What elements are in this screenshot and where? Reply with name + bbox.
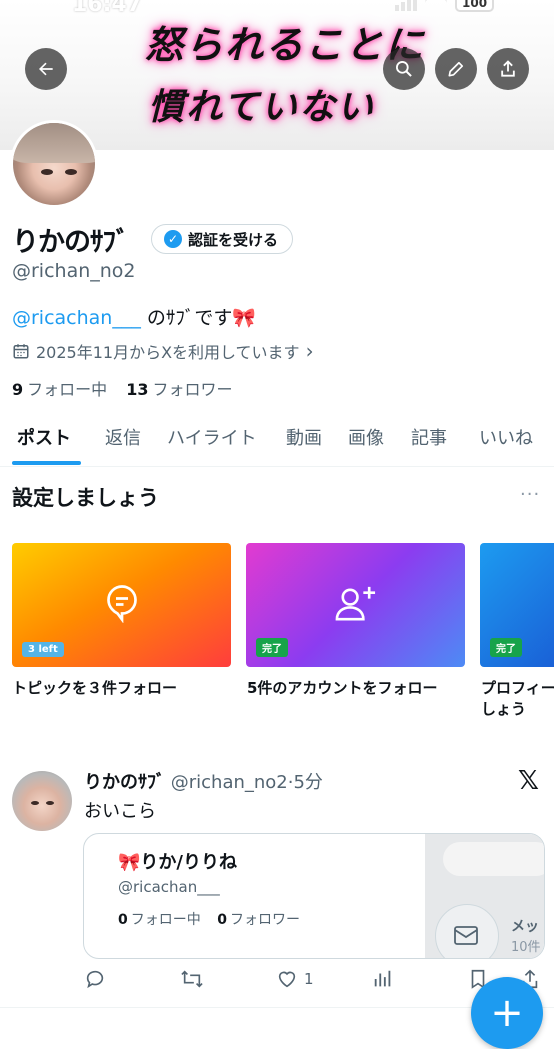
repost-button[interactable] [180,968,204,990]
joined-date[interactable]: 2025年11月からXを利用しています › [12,339,314,363]
tweet-author-name[interactable]: りかのｻﾌﾞ [84,772,165,793]
chat-bubble-icon [104,583,140,627]
profile-bio: @ricachan___ のｻﾌﾞです🎀 [12,303,256,330]
setup-card-topics[interactable]: 3 left [12,543,231,667]
banner-text-line1: 怒られることに [145,22,426,67]
share-icon [501,60,515,77]
reply-icon [86,970,104,989]
chevron-right-icon: › [305,339,314,363]
bio-mention-link[interactable]: @ricachan___ [12,307,141,329]
get-verified-label: 認証を受ける [188,230,279,249]
arrow-left-icon [39,62,53,76]
joined-label: 2025年11月からXを利用しています [36,343,300,362]
tweet-avatar[interactable] [12,771,72,831]
embed-name: 🎀りか/りりね [118,852,237,873]
message-label: メッ [511,919,539,935]
tab-replies[interactable]: 返信 [105,424,141,450]
tweet-author-handle[interactable]: @richan_no2·5分 [171,772,323,793]
tweet-text: おいこら [84,801,156,822]
wifi-icon [425,0,447,12]
x-logo-icon: 𝕏 [518,766,539,796]
repost-icon [181,970,203,988]
tab-likes[interactable]: いいね [479,424,533,450]
followers-link[interactable]: 13 フォロワー [126,380,232,399]
search-icon [396,60,412,77]
embed-handle: @ricachan___ [118,878,220,896]
setup-card-topics-label: トピックを３件フォロー [12,679,178,697]
tweet-header: りかのｻﾌﾞ @richan_no2·5分 [84,768,323,794]
battery-icon: 100 [455,0,495,12]
add-person-icon [334,583,378,627]
embed-stats: 0 フォロー中 0 フォロワー [118,912,300,928]
embed-pill [443,842,544,876]
tab-articles[interactable]: 記事 [411,424,447,450]
more-options-icon[interactable]: ··· [520,484,540,505]
setup-card-profile[interactable]: 完了 [480,543,554,667]
setup-title: 設定しましょう [12,486,159,510]
tab-highlights[interactable]: ハイライト [167,424,257,450]
like-button[interactable]: 1 [276,968,314,990]
following-link[interactable]: 9 フォロー中 [12,380,107,399]
status-time: 16:47 [72,0,143,17]
tab-videos[interactable]: 動画 [286,424,322,450]
card-tag: 完了 [256,638,288,657]
views-button[interactable] [372,968,394,990]
active-tab-indicator [12,461,81,465]
profile-tabs: ポスト 返信 ハイライト 動画 画像 記事 いいね [0,412,554,467]
setup-card-follow-label: 5件のアカウントをフォロー [247,679,438,697]
edit-button[interactable] [435,48,477,90]
like-count: 1 [304,970,314,988]
signal-icon [395,0,417,11]
tab-photos[interactable]: 画像 [348,424,384,450]
bio-text: のｻﾌﾞです🎀 [140,307,257,329]
message-button[interactable] [435,904,499,958]
calendar-icon [13,344,29,359]
heart-icon [278,971,296,988]
compose-post-button[interactable]: + [471,977,543,1049]
status-icons: 100 [395,0,495,12]
setup-card-profile-label: プロフィー しょう [481,679,554,718]
analytics-icon [374,970,391,987]
card-tag: 完了 [490,638,522,657]
verified-badge-icon: ✓ [164,230,182,248]
embed-side-panel: メッ 10件 [425,834,544,958]
profile-handle: @richan_no2 [12,260,136,282]
back-button[interactable] [25,48,67,90]
tab-posts[interactable]: ポスト [17,424,71,450]
get-verified-button[interactable]: ✓ 認証を受ける [151,224,294,254]
profile-avatar[interactable] [10,120,98,208]
embedded-profile-card[interactable]: 🎀りか/りりね @ricachan___ 0 フォロー中 0 フォロワー メッ 10… [83,833,545,959]
message-count: 10件 [511,940,541,955]
search-button[interactable] [383,48,425,90]
banner-text-line2: 慣れていない [148,86,375,128]
card-tag: 3 left [22,642,64,657]
mail-icon [454,926,478,945]
pencil-icon [448,61,464,77]
setup-card-follow[interactable]: 完了 [246,543,465,667]
plus-icon: + [490,990,524,1036]
follow-stats: 9 フォロー中 13 フォロワー [12,376,233,400]
profile-name: りかのｻﾌﾞ [12,227,129,258]
reply-button[interactable] [84,968,106,990]
share-button[interactable] [487,48,529,90]
